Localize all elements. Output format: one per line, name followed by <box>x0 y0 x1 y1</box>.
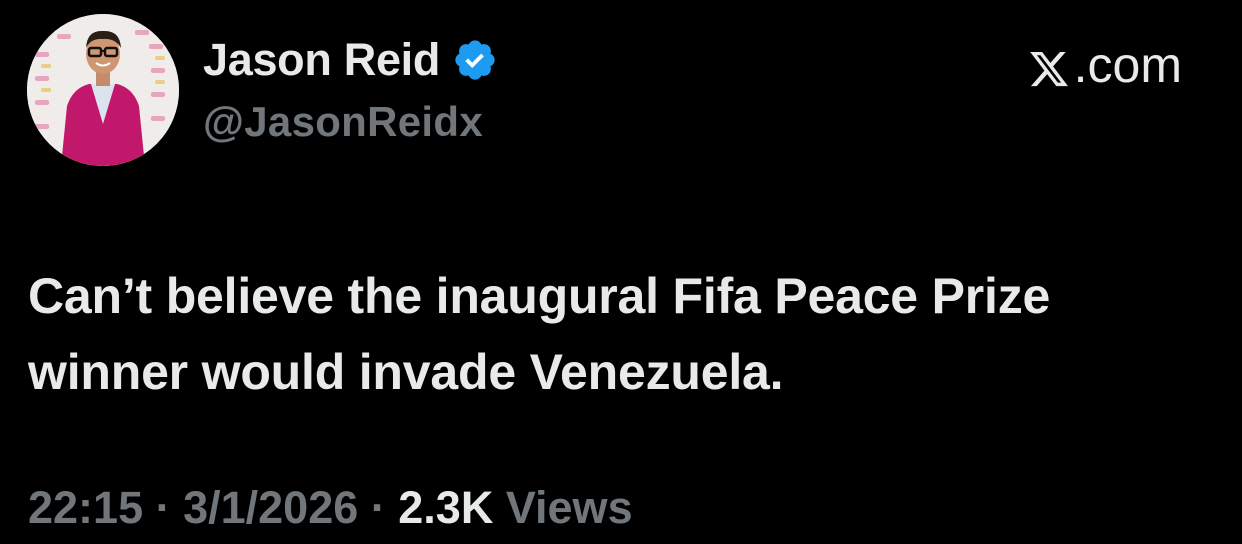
views-label: Views <box>493 482 633 533</box>
x-logo-icon <box>1028 44 1070 87</box>
views-count[interactable]: 2.3K <box>398 482 493 534</box>
tweet-meta: 22:15 · 3/1/2026 · 2.3K Views <box>28 482 633 534</box>
brand-mark: .com <box>1028 36 1182 94</box>
tweet-date[interactable]: 3/1/2026 <box>183 482 358 534</box>
brand-label: .com <box>1073 37 1182 93</box>
meta-separator: · <box>143 482 184 533</box>
tweet-text-line: Can’t believe the inaugural Fifa Peace P… <box>28 268 1051 324</box>
author-name-row: Jason Reid <box>203 34 498 86</box>
avatar-image <box>27 14 179 166</box>
author-handle[interactable]: @JasonReidx <box>203 98 483 146</box>
verified-badge-icon[interactable] <box>452 37 498 83</box>
author-avatar[interactable] <box>27 14 179 166</box>
tweet-time[interactable]: 22:15 <box>28 482 143 534</box>
tweet-text-line: winner would invade Venezuela. <box>28 344 784 400</box>
meta-separator: · <box>358 482 399 533</box>
author-name[interactable]: Jason Reid <box>203 34 440 86</box>
tweet-text: Can’t believe the inaugural Fifa Peace P… <box>28 258 1228 410</box>
